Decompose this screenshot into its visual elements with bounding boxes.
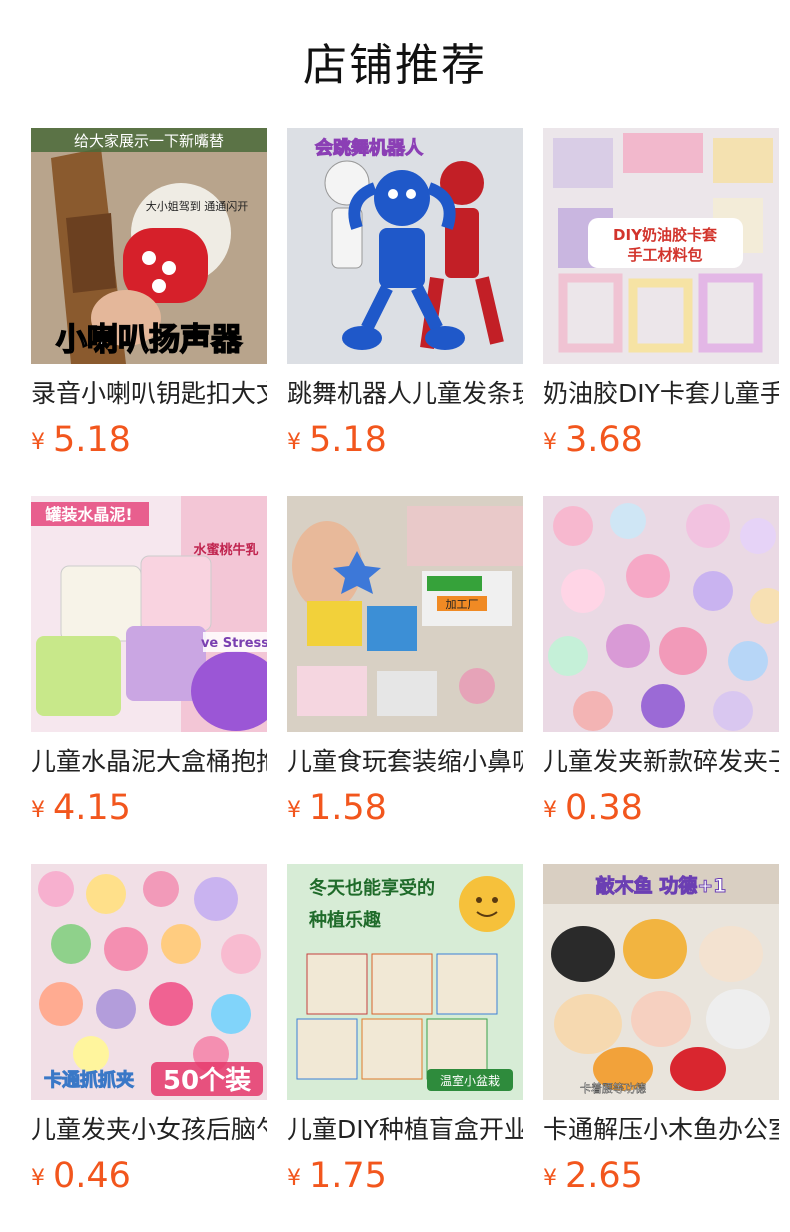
image-caption-top: 敲木鱼 功德+1 xyxy=(596,874,727,897)
planting-box-image: 冬天也能享受的 种植乐趣 温室小盆栽 xyxy=(287,864,523,1100)
product-name[interactable]: 奶油胶DIY卡套儿童手工 xyxy=(543,374,779,414)
product-image[interactable]: 罐装水晶泥! 水蜜桃牛乳 ve Stress xyxy=(31,496,267,732)
crystal-slime-image: 罐装水晶泥! 水蜜桃牛乳 ve Stress xyxy=(31,496,267,732)
product-image[interactable]: 卡通抓抓夹 50个装 xyxy=(31,864,267,1100)
price-value: 0.38 xyxy=(565,788,643,828)
currency-symbol: ¥ xyxy=(543,1166,557,1191)
image-caption-top: 罐装水晶泥! xyxy=(44,505,132,524)
price-value: 5.18 xyxy=(309,420,387,460)
product-price: ¥3.68 xyxy=(543,416,779,464)
product-name[interactable]: 儿童水晶泥大盒桶抱抱 xyxy=(31,742,267,782)
product-price: ¥1.75 xyxy=(287,1152,523,1200)
product-card[interactable]: 敲木鱼 功德+1 卡着腰等功德 卡通解压小木鱼办公室 ¥2.65 xyxy=(543,864,779,1200)
product-image[interactable]: 加工厂 xyxy=(287,496,523,732)
speaker-keychain-image: 给大家展示一下新嘴替 大小姐驾到 通通闪开 小喇叭扬声器 xyxy=(31,128,267,364)
product-price: ¥0.46 xyxy=(31,1152,267,1200)
product-image[interactable]: 给大家展示一下新嘴替 大小姐驾到 通通闪开 小喇叭扬声器 xyxy=(31,128,267,364)
product-image[interactable] xyxy=(543,496,779,732)
image-caption-bottom: 卡着腰等功德 xyxy=(580,1081,646,1095)
product-card[interactable]: DIY奶油胶卡套 手工材料包 奶油胶DIY卡套儿童手工 ¥3.68 xyxy=(543,128,779,464)
product-name[interactable]: 录音小喇叭钥匙扣大文件 xyxy=(31,374,267,414)
image-caption-small: 大小姐驾到 通通闪开 xyxy=(146,199,249,213)
image-caption-top: 会跳舞机器人 xyxy=(315,137,424,159)
currency-symbol: ¥ xyxy=(31,1166,45,1191)
product-name[interactable]: 儿童发夹小女孩后脑勺 xyxy=(31,1110,267,1150)
price-value: 4.15 xyxy=(53,788,131,828)
image-caption-label: ve Stress xyxy=(201,636,267,651)
currency-symbol: ¥ xyxy=(31,798,45,823)
image-caption-main: DIY奶油胶卡套 xyxy=(613,226,718,244)
image-caption-top: 给大家展示一下新嘴替 xyxy=(74,132,224,150)
image-caption-left: 卡通抓抓夹 xyxy=(44,1069,134,1091)
product-card[interactable]: 儿童发夹新款碎发夹子 ¥0.38 xyxy=(543,496,779,832)
product-name[interactable]: 儿童食玩套装缩小鼻吸 xyxy=(287,742,523,782)
product-card[interactable]: 会跳舞机器人 跳舞机器人儿童发条玩具 ¥5.18 xyxy=(287,128,523,464)
product-image[interactable]: 会跳舞机器人 xyxy=(287,128,523,364)
claw-clips-image: 卡通抓抓夹 50个装 xyxy=(31,864,267,1100)
currency-symbol: ¥ xyxy=(543,798,557,823)
product-price: ¥0.38 xyxy=(543,784,779,832)
card-sleeve-image: DIY奶油胶卡套 手工材料包 xyxy=(543,128,779,364)
price-value: 3.68 xyxy=(565,420,643,460)
product-price: ¥5.18 xyxy=(31,416,267,464)
product-card[interactable]: 冬天也能享受的 种植乐趣 温室小盆栽 儿童DIY种植盲盒开业 ¥1.75 xyxy=(287,864,523,1200)
currency-symbol: ¥ xyxy=(31,430,45,455)
image-caption-label: 加工厂 xyxy=(446,598,479,611)
product-name[interactable]: 跳舞机器人儿童发条玩具 xyxy=(287,374,523,414)
product-card[interactable]: 罐装水晶泥! 水蜜桃牛乳 ve Stress 儿童水晶泥大盒桶抱抱 ¥4.15 xyxy=(31,496,267,832)
product-image[interactable]: 敲木鱼 功德+1 卡着腰等功德 xyxy=(543,864,779,1100)
currency-symbol: ¥ xyxy=(287,798,301,823)
hair-clips-image xyxy=(543,496,779,732)
mini-food-toys-image: 加工厂 xyxy=(287,496,523,732)
currency-symbol: ¥ xyxy=(287,430,301,455)
product-image[interactable]: 冬天也能享受的 种植乐趣 温室小盆栽 xyxy=(287,864,523,1100)
product-price: ¥4.15 xyxy=(31,784,267,832)
price-value: 2.65 xyxy=(565,1156,643,1196)
price-value: 1.58 xyxy=(309,788,387,828)
price-value: 5.18 xyxy=(53,420,131,460)
currency-symbol: ¥ xyxy=(287,1166,301,1191)
currency-symbol: ¥ xyxy=(543,430,557,455)
image-caption-flavor: 水蜜桃牛乳 xyxy=(193,542,258,558)
product-price: ¥1.58 xyxy=(287,784,523,832)
product-card[interactable]: 给大家展示一下新嘴替 大小姐驾到 通通闪开 小喇叭扬声器 录音小喇叭钥匙扣大文件… xyxy=(31,128,267,464)
dancing-robot-image: 会跳舞机器人 xyxy=(287,128,523,364)
price-value: 0.46 xyxy=(53,1156,131,1196)
product-card[interactable]: 加工厂 儿童食玩套装缩小鼻吸 ¥1.58 xyxy=(287,496,523,832)
product-price: ¥5.18 xyxy=(287,416,523,464)
price-value: 1.75 xyxy=(309,1156,387,1196)
image-caption-sub: 手工材料包 xyxy=(627,246,702,264)
product-name[interactable]: 卡通解压小木鱼办公室 xyxy=(543,1110,779,1150)
image-caption-badge: 温室小盆栽 xyxy=(440,1073,500,1088)
store-recommendations-page: 店铺推荐 给大家展示一下新嘴替 大小姐驾到 通通闪开 小喇叭扬声器 录音小喇叭钥… xyxy=(0,0,790,1232)
image-caption-top: 冬天也能享受的 xyxy=(309,877,435,899)
wooden-fish-cats-image: 敲木鱼 功德+1 卡着腰等功德 xyxy=(543,864,779,1100)
product-name[interactable]: 儿童发夹新款碎发夹子 xyxy=(543,742,779,782)
section-title: 店铺推荐 xyxy=(303,40,487,91)
product-image[interactable]: DIY奶油胶卡套 手工材料包 xyxy=(543,128,779,364)
image-caption-main: 小喇叭扬声器 xyxy=(56,322,243,358)
product-name[interactable]: 儿童DIY种植盲盒开业 xyxy=(287,1110,523,1150)
product-price: ¥2.65 xyxy=(543,1152,779,1200)
image-caption-sub: 种植乐趣 xyxy=(308,909,382,931)
image-caption-count: 50个装 xyxy=(163,1066,251,1096)
product-card[interactable]: 卡通抓抓夹 50个装 儿童发夹小女孩后脑勺 ¥0.46 xyxy=(31,864,267,1200)
